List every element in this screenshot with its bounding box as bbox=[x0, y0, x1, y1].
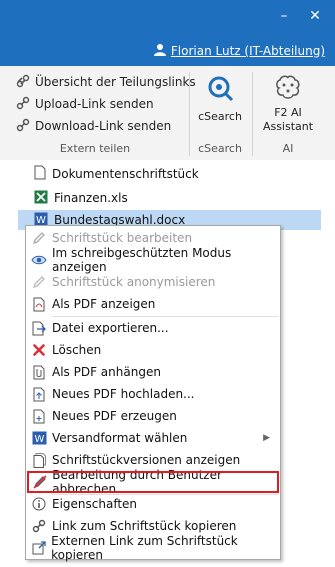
ribbon-share-overview-label: Übersicht der Teilungslinks bbox=[35, 75, 196, 89]
download-link-icon bbox=[16, 118, 30, 135]
ribbon-group-extern-teilen: Extern teilen bbox=[59, 142, 131, 155]
tree-item-label: Dokumentenschriftstück bbox=[52, 167, 199, 181]
menu-item-label: Schriftstück bearbeiten bbox=[52, 231, 193, 245]
menu-item-select-format[interactable]: W Versandformat wählen ▶ bbox=[26, 427, 280, 449]
f2-ai-assistant-button[interactable]: F2 AI Assistant bbox=[256, 74, 320, 134]
ribbon-download-link-button[interactable]: Download-Link senden bbox=[16, 116, 171, 136]
word-icon: W bbox=[31, 430, 47, 446]
menu-item-cancel-user-edit[interactable]: Bearbeitung durch Benutzer abbrechen bbox=[27, 468, 279, 496]
ribbon-group-csearch: cSearch bbox=[198, 142, 242, 155]
menu-item-label: Externen Link zum Schriftstück kopieren bbox=[51, 534, 238, 562]
cancel-edit-icon bbox=[32, 474, 47, 490]
submenu-arrow-icon: ▶ bbox=[263, 433, 270, 443]
export-icon bbox=[31, 320, 47, 336]
tree-item[interactable]: Finanzen.xls bbox=[34, 188, 128, 208]
delete-icon bbox=[31, 342, 47, 358]
ribbon-upload-link-button[interactable]: Upload-Link senden bbox=[16, 94, 154, 114]
link-icon bbox=[31, 518, 47, 534]
menu-item-upload-new-pdf[interactable]: Neues PDF hochladen... bbox=[26, 383, 280, 405]
menu-item-label: Datei exportieren... bbox=[52, 321, 169, 335]
f2-ai-label-line1: F2 AI bbox=[274, 106, 302, 119]
ribbon-download-link-label: Download-Link senden bbox=[35, 119, 172, 133]
menu-item-label: Als PDF anhängen bbox=[52, 365, 161, 379]
menu-item-label: Neues PDF hochladen... bbox=[52, 387, 195, 401]
tree-item[interactable]: Dokumentenschriftstück bbox=[34, 164, 199, 184]
menu-item-label: Eigenschaften bbox=[52, 497, 138, 511]
pdf-upload-icon bbox=[31, 386, 47, 402]
menu-item-label: Schriftstückversionen anzeigen bbox=[52, 453, 241, 467]
menu-item-create-new-pdf[interactable]: Neues PDF erzeugen bbox=[26, 405, 280, 427]
anonymize-icon bbox=[31, 274, 47, 290]
menu-item-label: Versandformat wählen bbox=[52, 431, 188, 445]
excel-file-icon bbox=[34, 190, 48, 207]
brain-icon bbox=[256, 74, 320, 104]
menu-item-label: Link zum Schriftstück kopieren bbox=[52, 519, 237, 533]
menu-item-label: Löschen bbox=[52, 343, 102, 357]
versions-icon bbox=[31, 452, 47, 468]
svg-text:W: W bbox=[34, 434, 44, 445]
menu-item-readonly-view[interactable]: Im schreibgeschützten Modus anzeigen bbox=[26, 246, 280, 274]
info-icon bbox=[31, 496, 47, 512]
menu-item-export-file[interactable]: Datei exportieren... bbox=[26, 317, 280, 339]
title-bar: – ✕ Florian Lutz (IT-Abteilung) bbox=[0, 0, 335, 66]
ribbon: Übersicht der Teilungslinks Upload-Link … bbox=[0, 66, 335, 161]
link-overview-icon bbox=[16, 74, 30, 91]
document-icon bbox=[34, 165, 46, 183]
pdf-icon bbox=[31, 296, 47, 312]
menu-item-label: Als PDF anzeigen bbox=[52, 297, 156, 311]
user-account-link[interactable]: Florian Lutz (IT-Abteilung) bbox=[153, 43, 325, 59]
csearch-button[interactable]: cSearch bbox=[188, 74, 252, 124]
csearch-label: cSearch bbox=[198, 110, 242, 123]
menu-item-anonymize[interactable]: Schriftstück anonymisieren bbox=[26, 271, 280, 293]
eye-icon bbox=[31, 252, 47, 268]
context-menu: Schriftstück bearbeiten Im schreibgeschü… bbox=[25, 225, 281, 562]
menu-item-properties[interactable]: Eigenschaften bbox=[26, 493, 280, 515]
close-button[interactable]: ✕ bbox=[307, 8, 323, 24]
tree-item-label: Finanzen.xls bbox=[54, 191, 128, 205]
attach-icon bbox=[31, 364, 47, 380]
menu-item-attach-pdf[interactable]: Als PDF anhängen bbox=[26, 361, 280, 383]
menu-item-show-pdf[interactable]: Als PDF anzeigen bbox=[26, 293, 280, 315]
user-name: Florian Lutz (IT-Abteilung) bbox=[170, 44, 325, 58]
ribbon-group-ai: AI bbox=[282, 142, 294, 155]
ribbon-upload-link-label: Upload-Link senden bbox=[35, 97, 154, 111]
menu-item-label: Im schreibgeschützten Modus anzeigen bbox=[52, 246, 232, 274]
upload-link-icon bbox=[16, 96, 30, 113]
external-link-icon bbox=[31, 540, 46, 556]
menu-item-label: Bearbeitung durch Benutzer abbrechen bbox=[52, 468, 222, 496]
menu-item-label: Schriftstück anonymisieren bbox=[52, 275, 216, 289]
ribbon-share-overview-button[interactable]: Übersicht der Teilungslinks bbox=[16, 72, 196, 92]
menu-item-delete[interactable]: Löschen bbox=[26, 339, 280, 361]
ribbon-separator bbox=[252, 72, 253, 156]
menu-item-label: Neues PDF erzeugen bbox=[52, 409, 177, 423]
menu-item-copy-external-link[interactable]: Externen Link zum Schriftstück kopieren bbox=[26, 534, 280, 562]
pdf-create-icon bbox=[31, 408, 47, 424]
csearch-icon bbox=[188, 74, 252, 104]
svg-text:W: W bbox=[36, 215, 46, 226]
pencil-icon bbox=[31, 230, 47, 246]
f2-ai-label-line2: Assistant bbox=[262, 120, 314, 133]
minimize-button[interactable]: – bbox=[276, 8, 292, 24]
user-icon bbox=[153, 43, 166, 59]
